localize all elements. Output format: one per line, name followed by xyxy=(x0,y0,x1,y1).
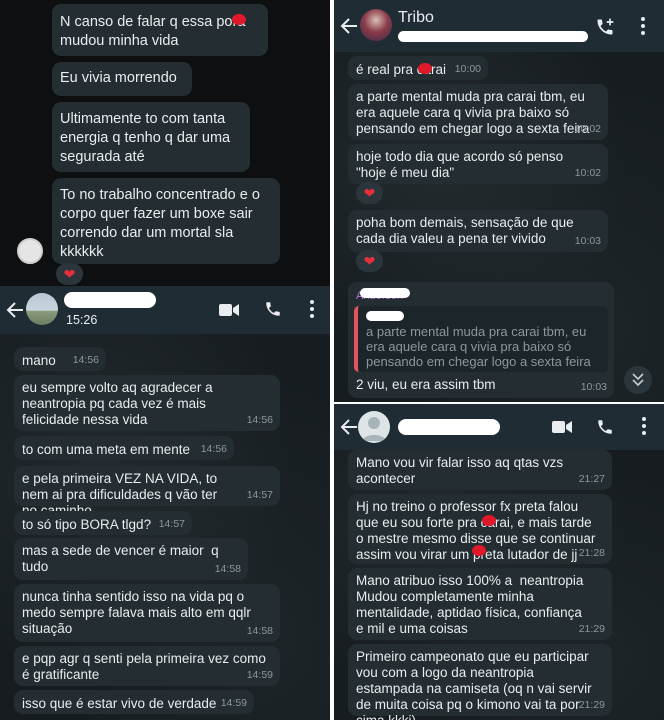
add-call-icon[interactable] xyxy=(595,17,615,37)
chat-panel-2: Tribo é real pra carai 10:00 a parte men… xyxy=(334,0,664,402)
message-text: Ultimamente to com tanta energia q tenho… xyxy=(60,111,235,165)
reply-message-bubble[interactable]: Anderson a parte mental muda pra carai t… xyxy=(348,282,614,398)
message-bubble[interactable]: Eu vivia morrendo xyxy=(52,62,192,96)
quoted-author-redacted xyxy=(366,311,404,321)
message-bubble[interactable]: mano 14:56 xyxy=(14,347,106,371)
message-text: e pqp agr q senti pela primeira vez como… xyxy=(22,651,270,682)
message-bubble[interactable]: Mano vou vir falar isso aq qtas vzs acon… xyxy=(348,450,612,490)
contact-name-redacted[interactable] xyxy=(64,292,156,308)
menu-dots-icon[interactable] xyxy=(310,300,314,321)
heart-icon[interactable]: ❤ xyxy=(56,263,83,285)
message-bubble[interactable]: hoje todo dia que acordo só penso "hoje … xyxy=(348,144,608,184)
back-arrow-icon[interactable] xyxy=(6,302,24,318)
censor-mark xyxy=(232,14,246,25)
double-chevron-down-icon xyxy=(632,373,644,387)
message-text: a parte mental muda pra carai tbm, eu er… xyxy=(356,89,590,136)
censor-mark xyxy=(482,515,496,526)
message-time: 14:56 xyxy=(246,414,273,426)
message-text: hoje todo dia que acordo só penso "hoje … xyxy=(356,149,567,180)
message-text: poha bom demais, sensação de que cada di… xyxy=(356,215,578,246)
quoted-text: a parte mental muda pra carai tbm, eu er… xyxy=(366,324,591,369)
message-time: 21:28 xyxy=(578,547,605,559)
quoted-message[interactable]: a parte mental muda pra carai tbm, eu er… xyxy=(354,306,608,372)
message-time: 10:00 xyxy=(454,63,481,75)
censor-mark xyxy=(472,545,486,556)
message-bubble[interactable]: eu sempre volto aq agradecer a neantropi… xyxy=(14,375,280,431)
message-text: Mano vou vir falar isso aq qtas vzs acon… xyxy=(356,455,567,486)
message-time: 21:29 xyxy=(578,623,605,635)
message-bubble[interactable]: e pqp agr q senti pela primeira vez como… xyxy=(14,646,280,686)
message-text: eu sempre volto aq agradecer a neantropi… xyxy=(22,380,217,427)
message-bubble[interactable]: nunca tinha sentido isso na vida pq o me… xyxy=(14,584,280,642)
censor-mark xyxy=(418,63,432,74)
message-text: 2 viu, eu era assim tbm xyxy=(356,377,496,392)
message-time: 14:59 xyxy=(246,669,273,681)
message-bubble[interactable]: Primeiro campeonato que eu participar vo… xyxy=(348,644,612,720)
message-bubble[interactable]: e pela primeira VEZ NA VIDA, to nem ai p… xyxy=(14,466,280,518)
message-text: Eu vivia morrendo xyxy=(60,70,177,86)
group-members-redacted[interactable] xyxy=(398,31,588,42)
message-time: 14:58 xyxy=(246,625,273,637)
back-arrow-icon[interactable] xyxy=(340,419,358,435)
group-title: Tribo xyxy=(398,9,434,26)
message-text: isso que é estar vivo de verdade xyxy=(22,696,217,711)
message-time: 14:56 xyxy=(200,443,227,455)
message-time: 10:02 xyxy=(574,167,601,179)
menu-dots-icon[interactable] xyxy=(642,417,646,438)
message-time: 14:57 xyxy=(246,489,273,501)
author-name-redacted xyxy=(360,288,410,298)
message-text: Mano atribuo isso 100% a neantropia Mudo… xyxy=(356,573,588,636)
sender-avatar[interactable] xyxy=(17,238,43,264)
message-bubble[interactable]: N canso de falar q essa pora mudou minha… xyxy=(52,4,268,56)
message-time: 10:03 xyxy=(580,381,607,393)
chat-panel-1: 15:26 mano 14:56 eu sempre volto aq agra… xyxy=(0,286,330,720)
back-arrow-icon[interactable] xyxy=(340,18,358,34)
contact-name-redacted[interactable] xyxy=(398,419,500,435)
chat-header: 15:26 xyxy=(0,286,330,334)
video-call-icon[interactable] xyxy=(219,303,239,317)
phone-icon[interactable] xyxy=(596,418,614,436)
message-time: 21:29 xyxy=(578,699,605,711)
message-time: 14:57 xyxy=(158,518,185,530)
chat-header xyxy=(334,404,664,450)
message-time: 10:02 xyxy=(574,123,601,135)
video-call-icon[interactable] xyxy=(552,420,572,434)
message-bubble[interactable]: Ultimamente to com tanta energia q tenho… xyxy=(52,102,250,172)
message-bubble[interactable]: a parte mental muda pra carai tbm, eu er… xyxy=(348,84,608,140)
message-text: mas a sede de vencer é maior q tudo xyxy=(22,543,223,574)
message-time: 14:56 xyxy=(72,354,99,366)
menu-dots-icon[interactable] xyxy=(641,17,645,38)
panel-top-left: N canso de falar q essa pora mudou minha… xyxy=(0,0,330,290)
message-bubble[interactable]: to só tipo BORA tlgd? 14:57 xyxy=(14,511,192,535)
message-bubble[interactable]: mas a sede de vencer é maior q tudo 14:5… xyxy=(14,538,248,580)
message-bubble[interactable]: poha bom demais, sensação de que cada di… xyxy=(348,210,608,252)
message-time: 14:58 xyxy=(214,563,241,575)
message-text: nunca tinha sentido isso na vida pq o me… xyxy=(22,589,255,636)
group-avatar[interactable] xyxy=(360,9,392,41)
message-time: 21:27 xyxy=(578,473,605,485)
contact-avatar[interactable] xyxy=(358,411,390,443)
message-bubble[interactable]: To no trabalho concentrado e o corpo que… xyxy=(52,178,280,264)
message-bubble[interactable]: isso que é estar vivo de verdade 14:59 xyxy=(14,690,254,714)
last-seen: 15:26 xyxy=(66,313,98,327)
message-text: To no trabalho concentrado e o corpo que… xyxy=(60,187,264,260)
message-text: N canso de falar q essa pora mudou minha… xyxy=(60,14,250,49)
phone-icon[interactable] xyxy=(264,300,282,318)
message-bubble[interactable]: to com uma meta em mente 14:56 xyxy=(14,436,234,460)
message-time: 14:59 xyxy=(220,697,247,709)
default-person-icon xyxy=(362,417,386,441)
heart-icon[interactable]: ❤ xyxy=(356,182,383,204)
message-bubble[interactable]: Mano atribuo isso 100% a neantropia Mudo… xyxy=(348,568,612,640)
message-time: 10:03 xyxy=(574,235,601,247)
contact-avatar[interactable] xyxy=(26,293,58,325)
message-text: Primeiro campeonato que eu participar vo… xyxy=(356,649,592,720)
chat-panel-3: Mano vou vir falar isso aq qtas vzs acon… xyxy=(334,404,664,720)
heart-icon[interactable]: ❤ xyxy=(356,250,383,272)
chat-header: Tribo xyxy=(334,0,664,52)
message-text: to com uma meta em mente xyxy=(22,442,191,457)
scroll-to-bottom-button[interactable] xyxy=(624,366,652,394)
